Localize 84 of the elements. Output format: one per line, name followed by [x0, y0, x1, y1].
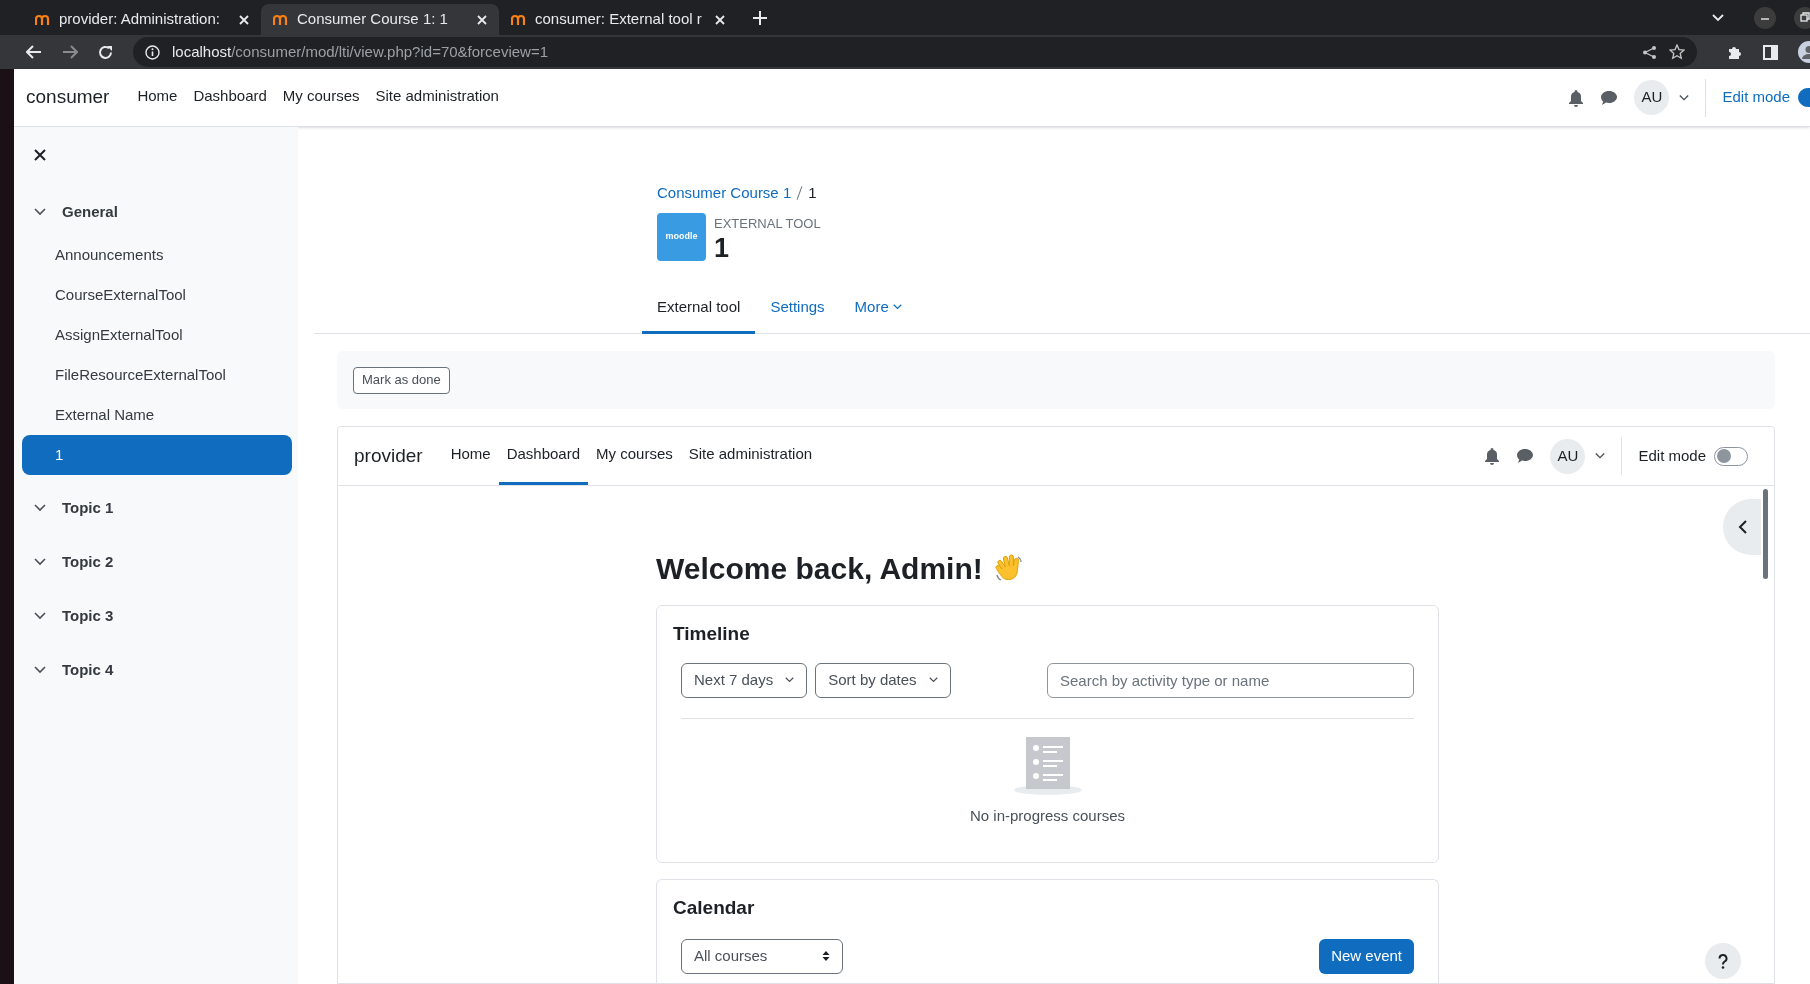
star-icon [1669, 44, 1685, 60]
course-select[interactable]: All courses [681, 938, 843, 974]
nav-link[interactable]: Dashboard [498, 427, 589, 485]
site-name[interactable]: consumer [26, 83, 110, 112]
drawer-toggle-button[interactable] [1723, 499, 1761, 555]
plus-icon [753, 11, 767, 25]
edit-mode-toggle[interactable] [1714, 446, 1748, 466]
nav-link[interactable]: Site administration [680, 427, 821, 485]
question-icon [1718, 953, 1728, 969]
filter-dropdown[interactable]: Next 7 days [681, 662, 808, 698]
section-title[interactable]: Topic 3 [62, 604, 114, 628]
puzzle-icon [1727, 44, 1743, 60]
activity-link[interactable]: FileResourceExternalTool [22, 355, 292, 395]
section-title[interactable]: Topic 1 [62, 496, 114, 520]
nav-link[interactable]: My courses [588, 427, 681, 485]
breadcrumb-current: 1 [808, 183, 817, 203]
mark-as-done-button[interactable]: Mark as done [353, 366, 450, 394]
share-icon [1642, 44, 1657, 60]
bell-icon [1568, 88, 1585, 107]
activity-title: 1 [714, 233, 731, 263]
activity-link[interactable]: CourseExternalTool [22, 275, 292, 315]
breadcrumb-link[interactable]: Consumer Course 1 [657, 182, 792, 205]
url-text: localhost/consumer/mod/lti/view.php?id=70&forceview=1 [172, 41, 549, 62]
chevron-down-icon [928, 676, 938, 684]
tab[interactable]: External tool [642, 283, 756, 334]
help-button[interactable] [1705, 943, 1741, 979]
nav-link[interactable]: Site administration [367, 69, 507, 126]
chevron-down-icon [785, 676, 795, 684]
nav-link[interactable]: My courses [274, 69, 368, 126]
nav-link[interactable]: Home [129, 69, 186, 126]
filter-dropdown[interactable]: Sort by dates [815, 662, 951, 698]
tab[interactable]: Settings [755, 283, 840, 334]
activity-icon: moodle [657, 212, 706, 261]
favicon-icon [511, 13, 527, 26]
close-icon [715, 14, 725, 25]
welcome-heading: Welcome back, Admin! [656, 551, 983, 587]
chevron-down-icon [1595, 452, 1606, 460]
scrollbar-thumb[interactable] [1763, 489, 1768, 579]
tab-title: Consumer Course 1: 1 [297, 9, 449, 30]
close-icon [477, 14, 487, 25]
favicon-icon [273, 13, 289, 26]
activity-type: EXTERNAL TOOL [714, 214, 821, 233]
chevron-down-icon [1712, 14, 1724, 22]
new-event-button[interactable]: New event [1319, 938, 1414, 974]
card-title: Timeline [673, 622, 751, 646]
activity-link[interactable]: AssignExternalTool [22, 315, 292, 355]
tab-title: provider: Administration: [59, 9, 221, 30]
chat-icon [1516, 448, 1535, 464]
close-icon [239, 14, 249, 25]
forward-icon [62, 45, 78, 59]
card-title: Calendar [673, 896, 756, 920]
restore-icon [1794, 7, 1810, 29]
browser-tab[interactable]: Consumer Course 1: 1 [261, 4, 499, 35]
minimize-icon [1754, 7, 1776, 29]
search-field[interactable]: Search by activity type or name [1047, 662, 1414, 698]
section-title[interactable]: Topic 4 [62, 658, 114, 682]
tab[interactable]: More [839, 283, 917, 334]
activity-link[interactable]: 1 [22, 435, 292, 475]
sort-arrows-icon [822, 950, 830, 962]
user-avatar[interactable]: AU [1634, 80, 1670, 115]
address-bar[interactable]: localhost/consumer/mod/lti/view.php?id=70&forceview=1 [133, 37, 1697, 67]
site-name[interactable]: provider [354, 441, 423, 471]
info-icon [145, 44, 160, 60]
reload-icon [98, 44, 113, 60]
edit-mode-label: Edit mode [1722, 87, 1790, 108]
favicon-icon [35, 13, 51, 26]
empty-message: No in-progress courses [969, 805, 1126, 826]
empty-list-icon [1012, 736, 1083, 795]
nav-link[interactable]: Dashboard [185, 69, 275, 126]
chat-icon [1600, 89, 1619, 106]
section-title[interactable]: General [62, 200, 118, 224]
user-avatar[interactable]: AU [1550, 438, 1586, 474]
tab-title: consumer: External tool r [535, 9, 703, 30]
activity-link[interactable]: Announcements [22, 235, 292, 275]
edit-mode-label: Edit mode [1638, 445, 1706, 466]
bell-icon [1484, 447, 1501, 465]
section-title[interactable]: Topic 2 [62, 550, 114, 574]
back-icon [26, 45, 42, 59]
chevron-down-icon [1679, 93, 1690, 102]
activity-link[interactable]: External Name [22, 395, 292, 435]
chevron-left-icon [1737, 520, 1747, 534]
close-icon [34, 149, 46, 161]
nav-link[interactable]: Home [442, 427, 499, 485]
side-panel-icon [1763, 44, 1778, 60]
